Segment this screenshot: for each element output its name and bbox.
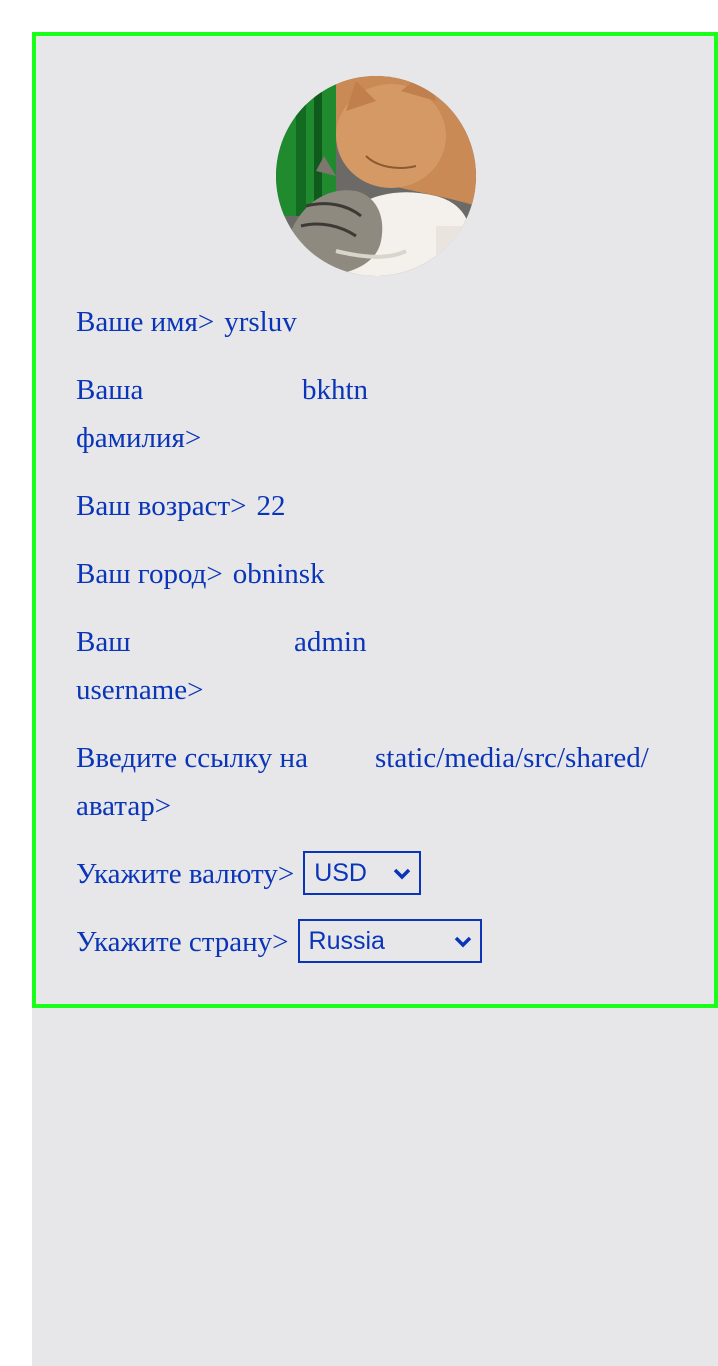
currency-select[interactable]: USD (303, 851, 422, 895)
country-row: Укажите страну> Russia (76, 918, 482, 966)
age-row: Ваш возраст> 22 (76, 482, 286, 530)
avatar-link-label-line1: Введите ссылку на (76, 742, 308, 774)
username-label-line2: username> (76, 674, 204, 706)
city-label: Ваш город> (76, 558, 223, 590)
age-value: 22 (256, 490, 286, 522)
avatar (276, 76, 476, 276)
last-name-label-line2: фамилия> (76, 422, 202, 454)
avatar-link-label: Введите ссылку на аватар> (76, 734, 375, 830)
chevron-down-icon (454, 921, 472, 961)
first-name-row: Ваше имя> yrsluv (76, 298, 297, 346)
age-label: Ваш возраст> (76, 490, 247, 522)
city-value: obninsk (232, 558, 325, 590)
first-name-label: Ваше имя> (76, 306, 215, 338)
cats-photo-icon (276, 76, 476, 276)
country-label: Укажите страну> (76, 926, 289, 958)
last-name-row: Ваша фамилия> bkhtn (76, 366, 368, 462)
username-value: admin (294, 626, 367, 658)
currency-selected: USD (314, 859, 367, 887)
avatar-link-label-line2: аватар> (76, 790, 172, 822)
last-name-label-line1: Ваша (76, 374, 144, 406)
currency-label: Укажите валюту> (76, 858, 295, 890)
first-name-value: yrsluv (224, 306, 297, 338)
country-selected: Russia (308, 927, 385, 955)
city-row: Ваш город> obninsk (76, 550, 325, 598)
avatar-link-row: Введите ссылку на аватар> static/media/s… (76, 734, 673, 830)
username-label-line1: Ваш (76, 626, 131, 658)
username-row: Ваш username> admin (76, 618, 367, 714)
last-name-label: Ваша фамилия> (76, 366, 291, 462)
username-label: Ваш username> (76, 618, 291, 714)
avatar-link-value: static/media/src/shared/ (375, 742, 649, 774)
profile-card: Ваше имя> yrsluv Ваша фамилия> bkhtn Ваш… (32, 32, 718, 1008)
country-select[interactable]: Russia (297, 919, 482, 963)
chevron-down-icon (393, 853, 411, 893)
currency-row: Укажите валюту> USD (76, 850, 422, 898)
last-name-value: bkhtn (302, 374, 369, 406)
